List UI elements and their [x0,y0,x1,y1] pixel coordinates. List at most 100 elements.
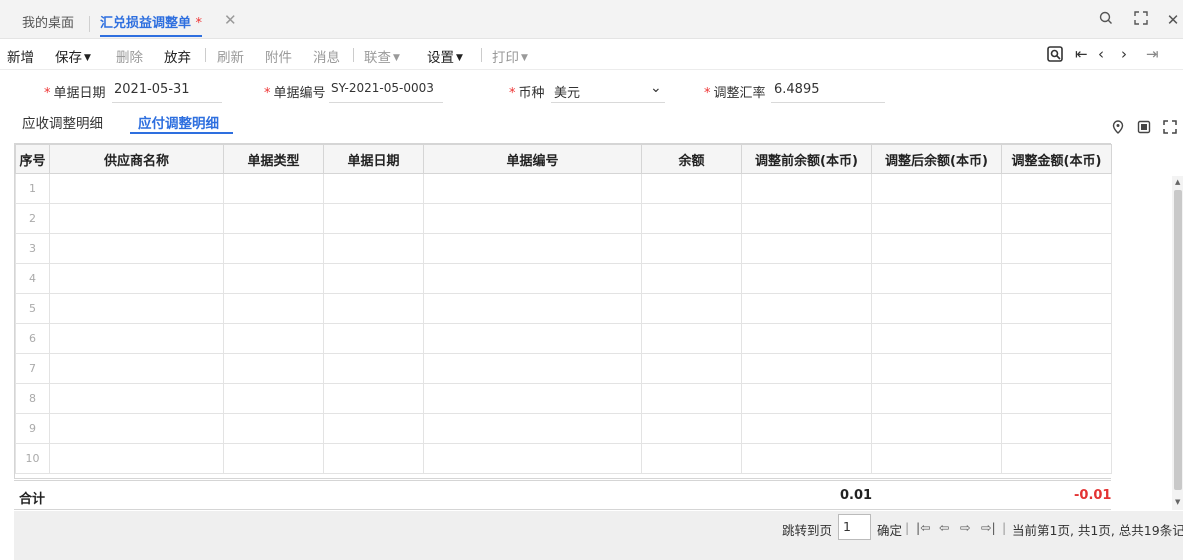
table-cell[interactable] [871,413,1002,444]
fullscreen-icon[interactable] [1162,120,1178,136]
table-cell[interactable] [641,353,742,384]
table-cell[interactable] [871,233,1002,264]
table-cell[interactable] [423,293,642,324]
table-cell[interactable] [1001,323,1112,354]
column-header-balance[interactable]: 余额 [641,144,742,174]
table-cell[interactable] [741,173,872,204]
table-cell[interactable] [741,353,872,384]
settings-button[interactable]: 设置 ▼ [427,46,463,66]
page-number-input[interactable]: 1 [838,514,871,540]
table-cell[interactable] [871,443,1002,474]
search-icon[interactable] [1096,10,1116,30]
table-row[interactable]: 3 [15,233,1112,264]
table-cell[interactable] [223,263,324,294]
table-cell[interactable] [423,233,642,264]
tab-payable-detail[interactable]: 应付调整明细 [138,112,219,132]
table-row[interactable]: 7 [15,353,1112,384]
first-page-icon[interactable]: |⇦ [916,520,931,535]
delete-button[interactable]: 删除 [116,46,143,66]
vertical-scrollbar[interactable]: ▲ ▼ [1172,176,1183,510]
column-header-before-balance[interactable]: 调整前余额(本币) [741,144,872,174]
table-cell[interactable] [49,413,224,444]
chevron-down-icon[interactable]: ⌄ [650,80,662,96]
table-cell[interactable] [223,203,324,234]
table-cell[interactable] [641,293,742,324]
table-row[interactable]: 9 [15,413,1112,444]
table-cell[interactable] [871,293,1002,324]
table-cell[interactable] [49,263,224,294]
table-cell[interactable] [641,443,742,474]
table-cell[interactable] [1001,413,1112,444]
refresh-button[interactable]: 刷新 [217,46,244,66]
first-record-icon[interactable]: ⇤ [1075,45,1088,63]
column-header-supplier[interactable]: 供应商名称 [49,144,224,174]
table-cell[interactable] [49,383,224,414]
table-cell[interactable] [741,413,872,444]
table-cell[interactable] [49,233,224,264]
column-header-doc-date[interactable]: 单据日期 [323,144,424,174]
table-cell[interactable] [223,383,324,414]
table-cell[interactable] [871,383,1002,414]
table-cell[interactable] [741,293,872,324]
table-cell[interactable] [741,233,872,264]
table-cell[interactable] [423,413,642,444]
scroll-down-icon[interactable]: ▼ [1175,498,1180,506]
table-cell[interactable] [423,173,642,204]
table-cell[interactable] [323,413,424,444]
column-header-index[interactable]: 序号 [15,144,50,174]
table-cell[interactable] [741,323,872,354]
table-cell[interactable] [1001,173,1112,204]
table-row[interactable]: 1 [15,173,1112,204]
table-cell[interactable] [423,263,642,294]
prev-record-icon[interactable]: ‹ [1098,45,1104,63]
table-row[interactable]: 10 [15,443,1112,474]
attachment-button[interactable]: 附件 [265,46,292,66]
next-record-icon[interactable]: › [1121,45,1127,63]
table-cell[interactable] [871,203,1002,234]
print-button[interactable]: 打印 ▼ [492,46,528,66]
table-row[interactable]: 5 [15,293,1112,324]
scroll-up-icon[interactable]: ▲ [1175,178,1180,186]
table-cell[interactable] [871,353,1002,384]
export-icon[interactable] [1136,120,1152,136]
table-cell[interactable] [741,203,872,234]
table-cell[interactable] [1001,443,1112,474]
table-cell[interactable] [1001,293,1112,324]
table-cell[interactable] [323,293,424,324]
table-cell[interactable] [641,413,742,444]
table-cell[interactable] [641,233,742,264]
table-cell[interactable] [323,353,424,384]
number-field[interactable]: SY-2021-05-0003 [331,81,434,95]
next-page-icon[interactable]: ⇨ [960,520,970,535]
table-cell[interactable] [871,263,1002,294]
preview-icon[interactable] [1047,46,1063,66]
table-row[interactable]: 2 [15,203,1112,234]
table-cell[interactable] [641,173,742,204]
linked-query-button[interactable]: 联查 ▼ [364,46,400,66]
expand-icon[interactable] [1131,10,1151,30]
discard-button[interactable]: 放弃 [164,46,191,66]
table-cell[interactable] [641,203,742,234]
rate-field[interactable]: 6.4895 [774,82,820,97]
column-header-doc-number[interactable]: 单据编号 [423,144,642,174]
table-cell[interactable] [49,173,224,204]
currency-select[interactable]: 美元 [554,82,580,101]
table-cell[interactable] [323,203,424,234]
prev-page-icon[interactable]: ⇦ [939,520,949,535]
confirm-button[interactable]: 确定 [877,520,902,539]
table-cell[interactable] [223,413,324,444]
table-cell[interactable] [641,383,742,414]
table-cell[interactable] [741,443,872,474]
table-cell[interactable] [323,173,424,204]
table-cell[interactable] [223,293,324,324]
save-button[interactable]: 保存 ▼ [55,46,91,66]
table-row[interactable]: 8 [15,383,1112,414]
table-row[interactable]: 6 [15,323,1112,354]
tab-exchange-adjustment[interactable]: 汇兑损益调整单 * [100,10,203,37]
table-cell[interactable] [1001,263,1112,294]
table-cell[interactable] [49,353,224,384]
table-cell[interactable] [423,323,642,354]
table-cell[interactable] [423,443,642,474]
table-cell[interactable] [323,383,424,414]
close-icon[interactable]: ✕ [1163,10,1183,30]
